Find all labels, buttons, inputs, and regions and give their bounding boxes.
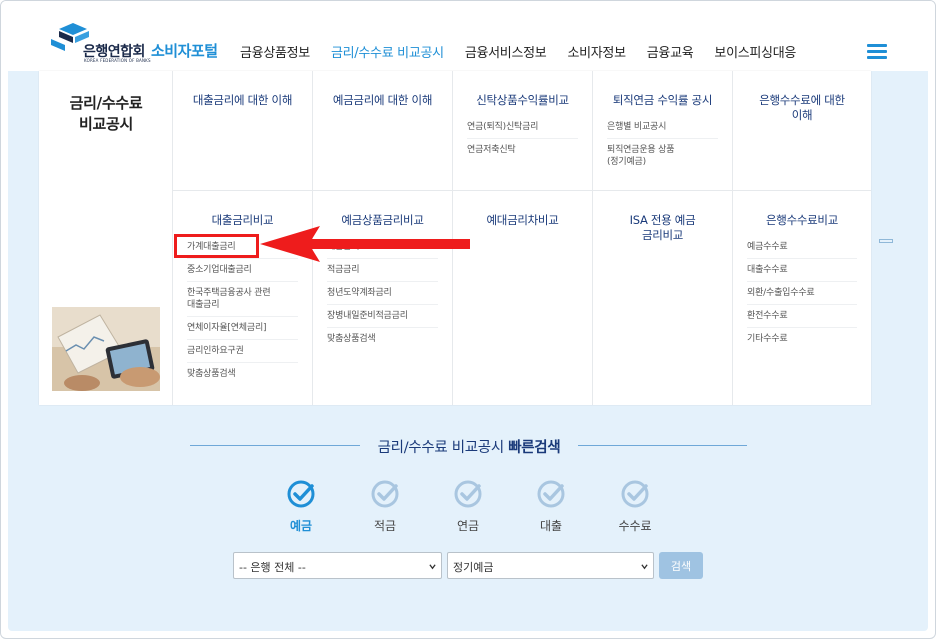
menu-col-isa-rate: ISA 전용 예금 금리비교 <box>593 191 733 405</box>
tab-deposit[interactable]: 예금 <box>269 479 333 534</box>
slider-indicator[interactable] <box>879 239 893 243</box>
menu-col-pension-yield: 퇴직연금 수익률 공시 은행별 비교공시 퇴직연금운용 상품 (정기예금) <box>593 71 733 191</box>
menu-title[interactable]: ISA 전용 예금 금리비교 <box>593 213 732 243</box>
menu-col-loan-rate-guide: 대출금리에 대한 이해 <box>173 71 313 191</box>
menu-item[interactable]: 대출수수료 <box>747 258 857 281</box>
menu-item[interactable]: 기타수수료 <box>747 327 857 350</box>
tab-label: 수수료 <box>618 519 652 533</box>
menu-item[interactable]: 연체이자율[연체금리] <box>187 316 298 339</box>
gnb-financial-education[interactable]: 금융교육 <box>647 42 694 62</box>
menu-item[interactable]: 장병내일준비적금금리 <box>327 304 438 327</box>
menu-title[interactable]: 대출금리에 대한 이해 <box>173 93 312 108</box>
bank-select-value: -- 은행 전체 -- <box>239 561 306 574</box>
logo-portal-name: 소비자포털 <box>151 42 218 60</box>
check-circle-icon <box>454 480 482 508</box>
gnb-consumer-info[interactable]: 소비자정보 <box>567 42 626 62</box>
browser-frame: 은행연합회 KOREA FEDERATION OF BANKS 소비자포털 금융… <box>0 0 936 639</box>
menu-title[interactable]: 은행수수료비교 <box>733 213 871 228</box>
menu-item[interactable]: 퇴직연금운용 상품 (정기예금) <box>607 138 718 173</box>
tab-loan[interactable]: 대출 <box>519 479 583 534</box>
menu-col-fee-compare: 은행수수료비교 예금수수료 대출수수료 외환/수출입수수료 환전수수료 기타수수… <box>733 191 871 405</box>
product-select[interactable]: 정기예금 <box>447 552 654 579</box>
logo-org-english: KOREA FEDERATION OF BANKS <box>84 58 151 63</box>
quick-search-title-prefix: 금리/수수료 비교공시 <box>377 440 505 456</box>
check-circle-icon <box>371 480 399 508</box>
menu-col-deposit-rate-guide: 예금금리에 대한 이해 <box>313 71 453 191</box>
gnb-voice-phishing[interactable]: 보이스피싱대응 <box>714 42 796 62</box>
bank-select[interactable]: -- 은행 전체 -- <box>233 552 442 579</box>
tab-pension[interactable]: 연금 <box>436 479 500 534</box>
divider-line <box>190 445 360 446</box>
product-select-value: 정기예금 <box>453 561 494 574</box>
menu-col-fee-guide: 은행수수료에 대한 이해 <box>733 71 871 191</box>
menu-item[interactable]: 금리인하요구권 <box>187 339 298 362</box>
tab-savings[interactable]: 적금 <box>353 479 417 534</box>
menu-col-trust-yield: 신탁상품수익률비교 연금(퇴직)신탁금리 연금저축신탁 <box>453 71 593 191</box>
menu-item[interactable]: 연금저축신탁 <box>467 138 578 161</box>
tab-label: 대출 <box>539 519 563 533</box>
highlight-box <box>174 234 259 258</box>
site-logo[interactable]: 은행연합회 KOREA FEDERATION OF BANKS 소비자포털 <box>51 21 231 66</box>
tab-label: 연금 <box>456 519 480 533</box>
menu-title[interactable]: 퇴직연금 수익률 공시 <box>593 93 732 108</box>
menu-item[interactable]: 연금(퇴직)신탁금리 <box>467 116 578 138</box>
site-header: 은행연합회 KOREA FEDERATION OF BANKS 소비자포털 금융… <box>1 1 935 71</box>
menu-item[interactable]: 예금수수료 <box>747 236 857 258</box>
mega-menu-photo <box>52 307 160 391</box>
pointer-arrow-icon <box>260 226 470 262</box>
menu-item[interactable]: 청년도약계좌금리 <box>327 281 438 304</box>
tab-label: 적금 <box>373 519 397 533</box>
menu-item[interactable]: 맞춤상품검색 <box>327 327 438 350</box>
check-circle-icon <box>287 480 315 508</box>
chevron-down-icon <box>641 564 648 570</box>
gnb-financial-products[interactable]: 금융상품정보 <box>240 42 310 62</box>
menu-title[interactable]: 은행수수료에 대한 이해 <box>733 93 871 123</box>
menu-item[interactable]: 은행별 비교공시 <box>607 116 718 138</box>
gnb-rate-fee-disclosure[interactable]: 금리/수수료 비교공시 <box>331 42 444 62</box>
quick-search-title: 금리/수수료 비교공시 빠른검색 <box>361 436 577 457</box>
menu-item[interactable]: 맞춤상품검색 <box>187 362 298 385</box>
check-circle-icon <box>537 480 565 508</box>
menu-item[interactable]: 환전수수료 <box>747 304 857 327</box>
search-button[interactable]: 검색 <box>659 552 703 579</box>
hamburger-menu-icon[interactable] <box>867 44 887 60</box>
chevron-down-icon <box>429 564 436 570</box>
menu-item[interactable]: 외환/수출입수수료 <box>747 281 857 304</box>
divider-line <box>578 445 747 446</box>
mega-menu-title: 금리/수수료 비교공시 <box>69 94 143 133</box>
global-nav: 금융상품정보 금리/수수료 비교공시 금융서비스정보 소비자정보 금융교육 보이… <box>240 42 817 62</box>
tab-fee[interactable]: 수수료 <box>603 479 667 534</box>
gnb-financial-services[interactable]: 금융서비스정보 <box>465 42 547 62</box>
menu-title[interactable]: 신탁상품수익률비교 <box>453 93 592 108</box>
mega-menu-side: 금리/수수료 비교공시 <box>39 71 173 405</box>
menu-item[interactable]: 한국주택금융공사 관련 대출금리 <box>187 281 298 316</box>
check-circle-icon <box>621 480 649 508</box>
quick-search-tabs: 예금 적금 연금 대출 수수료 <box>269 479 669 539</box>
tab-label: 예금 <box>289 519 313 533</box>
menu-title[interactable]: 예금금리에 대한 이해 <box>313 93 452 108</box>
quick-search-title-bold: 빠른검색 <box>508 440 561 456</box>
